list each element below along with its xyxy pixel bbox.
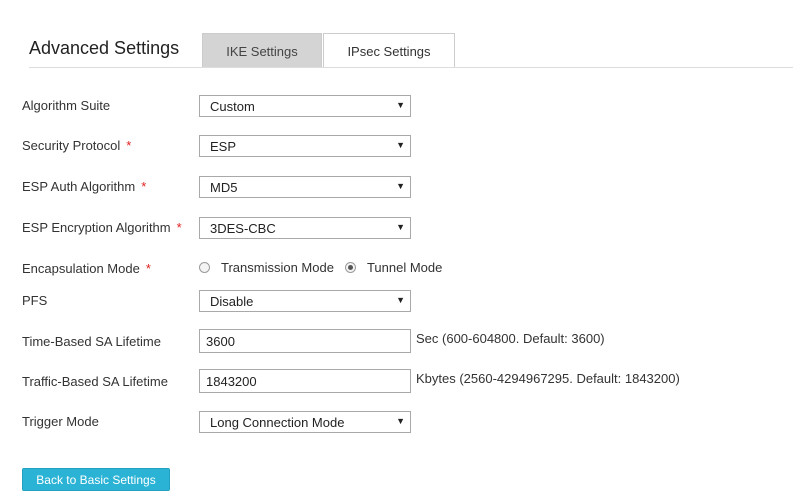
algorithm-suite-row: Algorithm Suite Custom ▼ [22, 95, 793, 119]
esp-encryption-label: ESP Encryption Algorithm * [22, 220, 182, 235]
traffic-lifetime-label: Traffic-Based SA Lifetime [22, 374, 168, 389]
esp-encryption-row: ESP Encryption Algorithm * 3DES-CBC ▼ [22, 217, 793, 241]
security-protocol-value: ESP [210, 139, 237, 154]
pfs-select[interactable]: Disable ▼ [199, 290, 411, 312]
esp-encryption-label-text: ESP Encryption Algorithm [22, 220, 171, 235]
transmission-mode-radio-icon[interactable] [199, 262, 210, 273]
required-mark: * [145, 261, 151, 276]
chevron-down-icon: ▼ [396, 100, 405, 110]
encapsulation-mode-label-text: Encapsulation Mode [22, 261, 140, 276]
encapsulation-mode-radio-group: Transmission Mode Tunnel Mode [199, 260, 453, 275]
tab-ike-settings[interactable]: IKE Settings [202, 33, 322, 68]
time-lifetime-hint: Sec (600-604800. Default: 3600) [416, 331, 605, 346]
security-protocol-label: Security Protocol * [22, 138, 131, 153]
encapsulation-mode-label: Encapsulation Mode * [22, 261, 151, 276]
algorithm-suite-label: Algorithm Suite [22, 98, 111, 113]
required-mark: * [126, 138, 132, 153]
trigger-mode-row: Trigger Mode Long Connection Mode ▼ [22, 411, 793, 435]
transmission-mode-label[interactable]: Transmission Mode [221, 260, 334, 275]
traffic-lifetime-hint: Kbytes (2560-4294967295. Default: 184320… [416, 371, 680, 386]
esp-auth-value: MD5 [210, 180, 238, 195]
traffic-lifetime-input[interactable]: 1843200 [199, 369, 411, 393]
header: Advanced Settings IKE Settings IPsec Set… [0, 0, 793, 68]
chevron-down-icon: ▼ [396, 140, 405, 150]
traffic-lifetime-row: Traffic-Based SA Lifetime 1843200 Kbytes… [22, 369, 793, 393]
pfs-row: PFS Disable ▼ [22, 290, 793, 314]
chevron-down-icon: ▼ [396, 222, 405, 232]
algorithm-suite-select[interactable]: Custom ▼ [199, 95, 411, 117]
pfs-value: Disable [210, 294, 254, 309]
pfs-label: PFS [22, 293, 48, 308]
esp-auth-select[interactable]: MD5 ▼ [199, 176, 411, 198]
trigger-mode-label: Trigger Mode [22, 414, 99, 429]
time-lifetime-row: Time-Based SA Lifetime 3600 Sec (600-604… [22, 329, 793, 353]
required-mark: * [176, 220, 182, 235]
trigger-mode-value: Long Connection Mode [210, 415, 345, 430]
header-divider [29, 67, 793, 68]
trigger-mode-select[interactable]: Long Connection Mode ▼ [199, 411, 411, 433]
back-to-basic-settings-button[interactable]: Back to Basic Settings [22, 468, 170, 491]
tunnel-mode-radio-icon[interactable] [344, 262, 356, 273]
time-lifetime-input[interactable]: 3600 [199, 329, 411, 353]
security-protocol-select[interactable]: ESP ▼ [199, 135, 411, 157]
esp-auth-label: ESP Auth Algorithm * [22, 179, 146, 194]
tunnel-mode-label[interactable]: Tunnel Mode [367, 260, 442, 275]
esp-auth-label-text: ESP Auth Algorithm [22, 179, 136, 194]
esp-auth-row: ESP Auth Algorithm * MD5 ▼ [22, 176, 793, 200]
chevron-down-icon: ▼ [396, 295, 405, 305]
security-protocol-label-text: Security Protocol [22, 138, 121, 153]
security-protocol-row: Security Protocol * ESP ▼ [22, 135, 793, 159]
required-mark: * [141, 179, 147, 194]
chevron-down-icon: ▼ [396, 181, 405, 191]
encapsulation-mode-row: Encapsulation Mode * Transmission Mode Tu… [22, 258, 793, 282]
esp-encryption-select[interactable]: 3DES-CBC ▼ [199, 217, 411, 239]
esp-encryption-value: 3DES-CBC [210, 221, 276, 236]
algorithm-suite-value: Custom [210, 99, 255, 114]
page-title: Advanced Settings [29, 38, 180, 58]
tab-ipsec-settings[interactable]: IPsec Settings [323, 33, 455, 68]
time-lifetime-label: Time-Based SA Lifetime [22, 334, 161, 349]
chevron-down-icon: ▼ [396, 416, 405, 426]
